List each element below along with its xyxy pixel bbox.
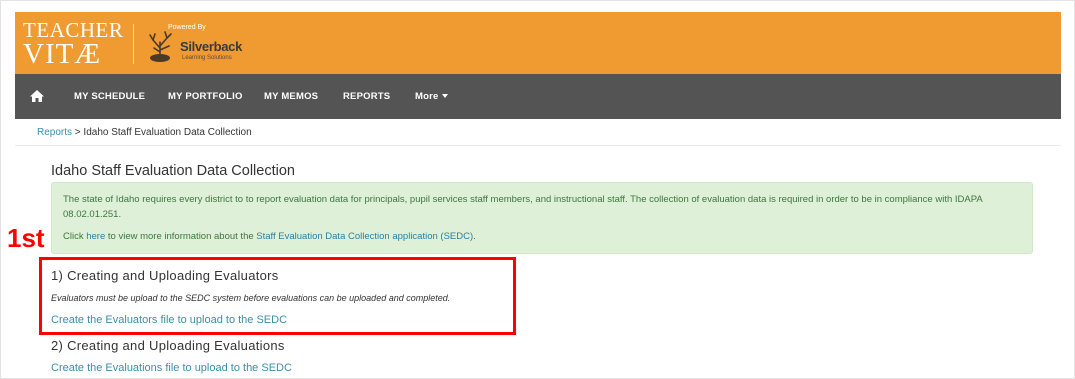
annotation-label: 1st bbox=[7, 223, 45, 253]
partner-sub: Learning Solutions bbox=[182, 55, 232, 61]
alert-period: . bbox=[473, 231, 476, 242]
breadcrumb-reports-link[interactable]: Reports bbox=[37, 127, 72, 138]
alert-link-line: Click here to view more information abou… bbox=[63, 229, 1021, 244]
breadcrumb: Reports > Idaho Staff Evaluation Data Co… bbox=[37, 127, 252, 138]
page-title: Idaho Staff Evaluation Data Collection bbox=[51, 163, 295, 179]
here-link[interactable]: here bbox=[86, 231, 105, 242]
alert-mid-text: to view more information about the bbox=[107, 231, 254, 242]
alert-text: The state of Idaho requires every distri… bbox=[63, 194, 983, 220]
brand-divider bbox=[133, 24, 134, 64]
main-nav: MY SCHEDULE MY PORTFOLIO MY MEMOS REPORT… bbox=[15, 74, 1061, 119]
silverback-logo: Powered By Silverback Learning Solutions bbox=[145, 22, 265, 66]
content-divider bbox=[15, 145, 1061, 146]
logo-line2: VITÆ bbox=[23, 38, 102, 70]
powered-by-text: Powered By bbox=[168, 24, 206, 31]
teacher-vitae-logo[interactable]: TEACHER VITÆ bbox=[23, 20, 123, 69]
breadcrumb-current: Idaho Staff Evaluation Data Collection bbox=[83, 127, 252, 138]
partner-name: Silverback bbox=[180, 39, 243, 54]
tree-icon bbox=[149, 31, 172, 62]
app-header: TEACHER VITÆ Powered By Silverback Learn… bbox=[15, 12, 1061, 74]
section-1-title: 1) Creating and Uploading Evaluators bbox=[51, 268, 279, 283]
home-icon[interactable] bbox=[29, 88, 45, 104]
nav-more-label: More bbox=[415, 91, 439, 102]
nav-my-schedule[interactable]: MY SCHEDULE bbox=[74, 74, 145, 119]
nav-my-portfolio[interactable]: MY PORTFOLIO bbox=[168, 74, 243, 119]
section-2-title: 2) Creating and Uploading Evaluations bbox=[51, 338, 285, 353]
nav-more-dropdown[interactable]: More bbox=[415, 74, 448, 119]
alert-click-text: Click bbox=[63, 231, 84, 242]
sedc-info-link[interactable]: Staff Evaluation Data Collection applica… bbox=[256, 231, 473, 242]
create-evaluations-file-link[interactable]: Create the Evaluations file to upload to… bbox=[51, 362, 292, 374]
caret-down-icon bbox=[441, 94, 448, 99]
breadcrumb-separator: > bbox=[74, 127, 81, 138]
create-evaluators-file-link[interactable]: Create the Evaluators file to upload to … bbox=[51, 314, 287, 326]
info-alert: The state of Idaho requires every distri… bbox=[51, 182, 1033, 254]
nav-reports[interactable]: REPORTS bbox=[343, 74, 390, 119]
nav-my-memos[interactable]: MY MEMOS bbox=[264, 74, 318, 119]
section-1-note: Evaluators must be upload to the SEDC sy… bbox=[51, 293, 451, 303]
